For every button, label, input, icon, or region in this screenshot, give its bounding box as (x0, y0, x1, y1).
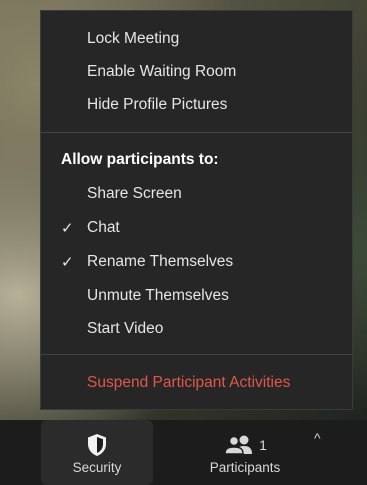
participants-count: 1 (259, 437, 267, 453)
checkmark-icon: ✓ (61, 220, 74, 237)
security-label: Security (72, 460, 122, 475)
menu-item-share-screen[interactable]: Share Screen (41, 178, 352, 210)
menu-item-label: Chat (87, 219, 120, 236)
menu-item-label: Lock Meeting (87, 30, 180, 47)
menu-item-lock-meeting[interactable]: Lock Meeting (41, 23, 352, 55)
menu-item-unmute-themselves[interactable]: Unmute Themselves (41, 280, 352, 312)
menu-divider (41, 354, 352, 355)
menu-item-label: Unmute Themselves (87, 287, 229, 304)
security-menu: Lock Meeting Enable Waiting Room Hide Pr… (40, 10, 353, 410)
menu-item-label: Enable Waiting Room (87, 63, 237, 80)
menu-item-label: Suspend Participant Activities (87, 374, 291, 391)
menu-item-label: Share Screen (87, 185, 182, 202)
menu-item-enable-waiting-room[interactable]: Enable Waiting Room (41, 56, 352, 88)
menu-item-label: Hide Profile Pictures (87, 96, 228, 113)
shield-icon (86, 430, 108, 460)
menu-item-chat[interactable]: ✓ Chat (41, 212, 352, 244)
menu-item-rename-themselves[interactable]: ✓ Rename Themselves (41, 246, 352, 278)
menu-item-label: Start Video (87, 320, 164, 337)
participants-button[interactable]: 1 Participants (190, 420, 300, 485)
menu-item-label: Rename Themselves (87, 253, 234, 270)
participants-icon (224, 435, 253, 455)
allow-participants-header: Allow participants to: (61, 151, 219, 168)
menu-item-hide-profile-pictures[interactable]: Hide Profile Pictures (41, 89, 352, 121)
meeting-toolbar: Security 1 Participants (0, 420, 367, 485)
security-button[interactable]: Security (41, 420, 153, 485)
chevron-up-icon[interactable]: ^ (314, 430, 321, 446)
participants-label: Participants (209, 460, 281, 475)
menu-divider (41, 132, 352, 133)
menu-item-suspend-participant-activities[interactable]: Suspend Participant Activities (41, 367, 352, 399)
participants-icon-group: 1 (223, 430, 267, 460)
checkmark-icon: ✓ (61, 254, 74, 271)
menu-item-start-video[interactable]: Start Video (41, 313, 352, 345)
